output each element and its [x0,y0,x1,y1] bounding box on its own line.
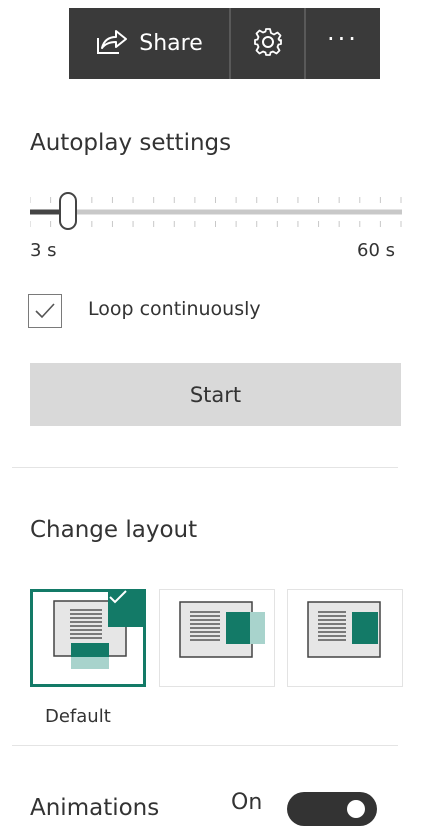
animations-label: Animations [30,795,160,821]
change-layout-title: Change layout [30,517,198,543]
layout-inset-icon [307,601,381,658]
checkmark-icon [109,590,127,604]
layout-default-caption: Default [45,706,111,727]
loop-checkbox[interactable] [28,294,62,328]
layout-option-side-right[interactable] [159,589,275,687]
animations-toggle[interactable] [287,792,377,826]
divider [12,745,398,746]
more-options-button[interactable]: ··· [304,8,380,79]
share-icon [95,26,129,62]
animations-state-label: On [231,790,263,815]
divider [12,467,398,468]
loop-label: Loop continuously [88,298,261,320]
toggle-knob [347,800,365,818]
autoplay-duration-slider[interactable] [29,190,402,235]
slider-graphic [29,192,402,230]
autoplay-settings-title: Autoplay settings [30,130,232,156]
start-label: Start [189,382,242,407]
layout-side-icon [179,601,265,658]
start-button[interactable]: Start [30,363,401,426]
more-icon: ··· [327,24,359,53]
share-label: Share [139,31,203,56]
checkmark-icon [35,303,55,319]
share-button[interactable]: Share [69,8,229,79]
toolbar: Share ··· [69,8,380,79]
slider-min-label: 3 s [30,240,57,261]
layout-option-side-inset[interactable] [287,589,403,687]
slider-max-label: 60 s [357,240,396,261]
settings-button[interactable] [229,8,304,79]
selected-check-badge [108,589,146,627]
gear-icon [253,27,283,61]
layout-option-default[interactable] [30,589,146,687]
